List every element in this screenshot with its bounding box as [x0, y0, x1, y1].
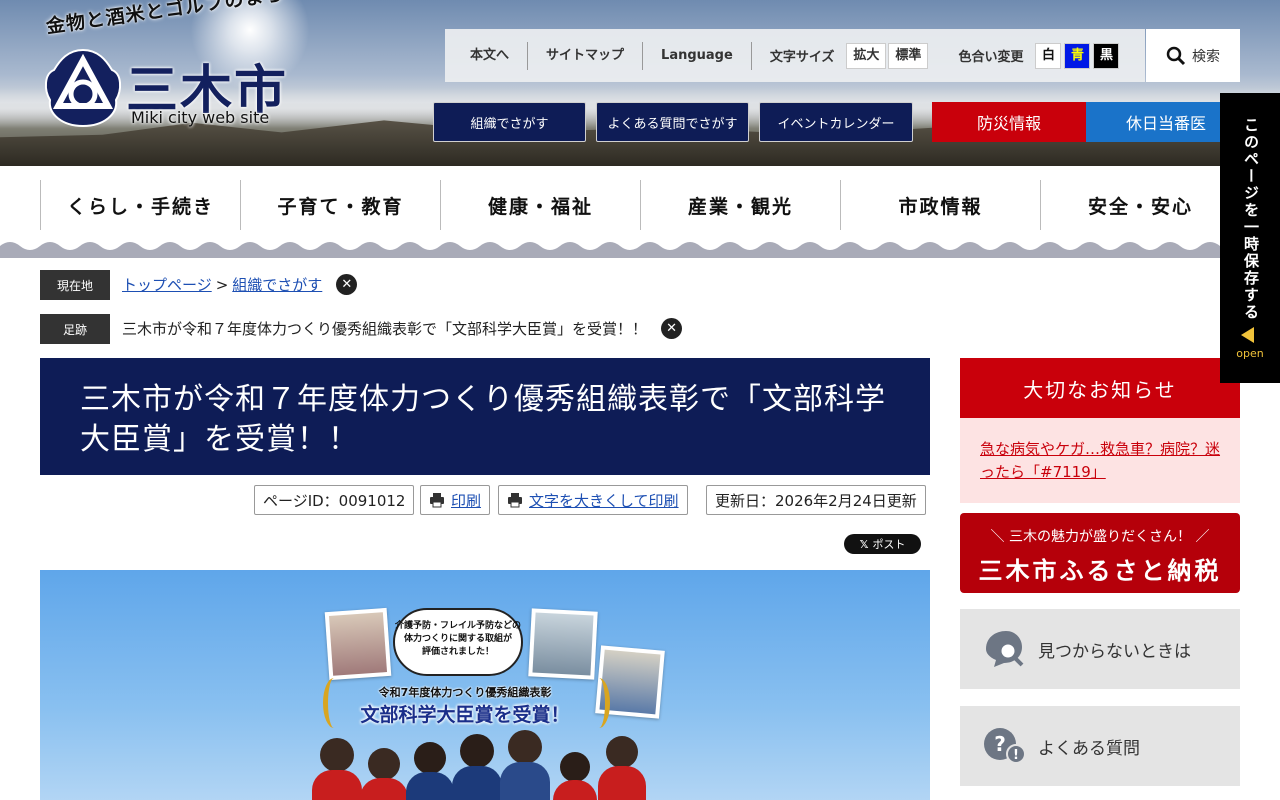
people-illustration	[310, 730, 660, 800]
x-post-label: ポスト	[872, 538, 906, 551]
x-post-button[interactable]: 𝕏 ポスト	[844, 534, 921, 554]
faq-label: よくある質問	[1038, 738, 1140, 759]
search-by-organization-button[interactable]: 組織でさがす	[433, 102, 586, 142]
color-black-button[interactable]: 黒	[1093, 42, 1120, 69]
nav-item-living[interactable]: くらし・手続き	[40, 180, 240, 230]
sitemap-link[interactable]: サイトマップ	[528, 41, 644, 70]
breadcrumb-separator: >	[215, 275, 229, 294]
open-label: open	[1236, 347, 1264, 360]
nav-item-childcare[interactable]: 子育て・教育	[240, 180, 440, 230]
nav-item-safety[interactable]: 安全・安心	[1040, 180, 1240, 230]
svg-text:!: !	[1013, 748, 1019, 763]
x-logo-icon: 𝕏	[859, 537, 869, 551]
breadcrumb-top-link[interactable]: トップページ	[122, 274, 212, 295]
hero-caption-line: 評価されました！	[421, 647, 494, 657]
breadcrumb: トップページ > 組織でさがす ✕	[122, 274, 358, 295]
not-found-label: 見つからないときは	[1038, 641, 1191, 662]
color-blue-button[interactable]: 青	[1064, 42, 1091, 69]
printer-icon	[430, 493, 444, 508]
hero-award-main: 文部科学大臣賞を受賞！	[360, 704, 570, 726]
search-button[interactable]: 検索	[1146, 29, 1240, 82]
history-label: 足跡	[40, 314, 110, 344]
save-page-label: このページを一時保存する	[1242, 117, 1260, 321]
important-notice-body: 急な病気やケガ…救急車？病院？迷ったら「#7119」	[960, 418, 1240, 503]
hero-caption-line: 体力つくりに関する取組が	[403, 634, 512, 644]
hero-image: 介護予防・フレイル予防などの 体力つくりに関する取組が 評価されました！ 令和7…	[40, 570, 930, 800]
wave-divider	[0, 242, 1280, 258]
search-label: 検索	[1192, 48, 1220, 65]
search-help-icon	[986, 631, 1024, 667]
skip-to-content-link[interactable]: 本文へ	[445, 41, 529, 70]
city-emblem-icon[interactable]	[42, 46, 124, 130]
page-id: ページID：0091012	[254, 485, 415, 515]
font-size-label: 文字サイズ	[769, 50, 835, 65]
print-button[interactable]: 印刷	[420, 485, 491, 515]
photo-card	[528, 608, 598, 680]
print-large-link[interactable]: 文字を大きくして印刷	[529, 490, 679, 511]
faq-button[interactable]: ? ! よくある質問	[960, 706, 1240, 786]
print-link[interactable]: 印刷	[451, 490, 481, 511]
save-page-tab[interactable]: このページを一時保存する open	[1220, 93, 1280, 383]
laurel-right-icon	[588, 678, 610, 728]
furusato-tax-banner[interactable]: ＼ 三木の魅力が盛りだくさん！ ／ 三木市ふるさと納税	[960, 513, 1240, 593]
site-logo-subtitle: Miki city web site	[131, 108, 270, 127]
hero-award-line: 令和7年度体力つくり優秀組織表彰	[378, 686, 552, 699]
utility-bar: 本文へ サイトマップ Language 文字サイズ 拡大 標準 色合い変更 白 …	[445, 29, 1145, 82]
current-location-label: 現在地	[40, 270, 110, 300]
disaster-info-button[interactable]: 防災情報	[932, 102, 1086, 142]
color-change-label: 色合い変更	[958, 50, 1024, 65]
faq-icon: ? !	[984, 728, 1026, 764]
svg-text:?: ?	[994, 732, 1006, 756]
printer-icon	[508, 493, 522, 508]
hero-caption-line: 介護予防・フレイル予防などの	[395, 621, 522, 631]
language-link[interactable]: Language	[643, 41, 752, 70]
nav-item-health[interactable]: 健康・福祉	[440, 180, 640, 230]
laurel-left-icon	[323, 678, 345, 728]
page-title: 三木市が令和７年度体力つくり優秀組織表彰で「文部科学大臣賞」を受賞！！	[40, 358, 930, 475]
close-icon[interactable]: ✕	[336, 274, 358, 295]
color-white-button[interactable]: 白	[1035, 42, 1062, 69]
font-size-large-button[interactable]: 拡大	[846, 42, 887, 69]
font-size-standard-button[interactable]: 標準	[888, 42, 929, 69]
history-trail: 三木市が令和７年度体力つくり優秀組織表彰で「文部科学大臣賞」を受賞！！ ✕	[122, 318, 683, 339]
furusato-title: 三木市ふるさと納税	[978, 557, 1222, 585]
nav-item-city-admin[interactable]: 市政情報	[840, 180, 1040, 230]
search-by-faq-button[interactable]: よくある質問でさがす	[596, 102, 749, 142]
photo-card	[324, 607, 392, 681]
page-id-text: ページID：0091012	[263, 491, 406, 510]
breadcrumb-section-link[interactable]: 組織でさがす	[232, 274, 322, 295]
history-item: 三木市が令和７年度体力つくり優秀組織表彰で「文部科学大臣賞」を受賞！！	[122, 320, 648, 338]
open-arrow-icon	[1241, 327, 1254, 343]
global-nav: くらし・手続き 子育て・教育 健康・福祉 産業・観光 市政情報 安全・安心	[40, 180, 1240, 230]
nav-item-industry[interactable]: 産業・観光	[640, 180, 840, 230]
updated-date: 更新日：2026年2月24日更新	[706, 485, 926, 515]
search-icon	[1166, 46, 1186, 65]
updated-date-text: 更新日：2026年2月24日更新	[715, 491, 917, 510]
important-notice-heading: 大切なお知らせ	[960, 358, 1240, 418]
event-calendar-button[interactable]: イベントカレンダー	[759, 102, 913, 142]
hero-speech-bubble: 介護予防・フレイル予防などの 体力つくりに関する取組が 評価されました！	[393, 608, 523, 676]
print-large-button[interactable]: 文字を大きくして印刷	[498, 485, 688, 515]
not-found-button[interactable]: 見つからないときは	[960, 609, 1240, 689]
furusato-tagline: ＼ 三木の魅力が盛りだくさん！ ／	[990, 529, 1210, 545]
emergency-7119-link[interactable]: 急な病気やケガ…救急車？病院？迷ったら「#7119」	[980, 440, 1220, 481]
close-icon[interactable]: ✕	[661, 318, 683, 339]
